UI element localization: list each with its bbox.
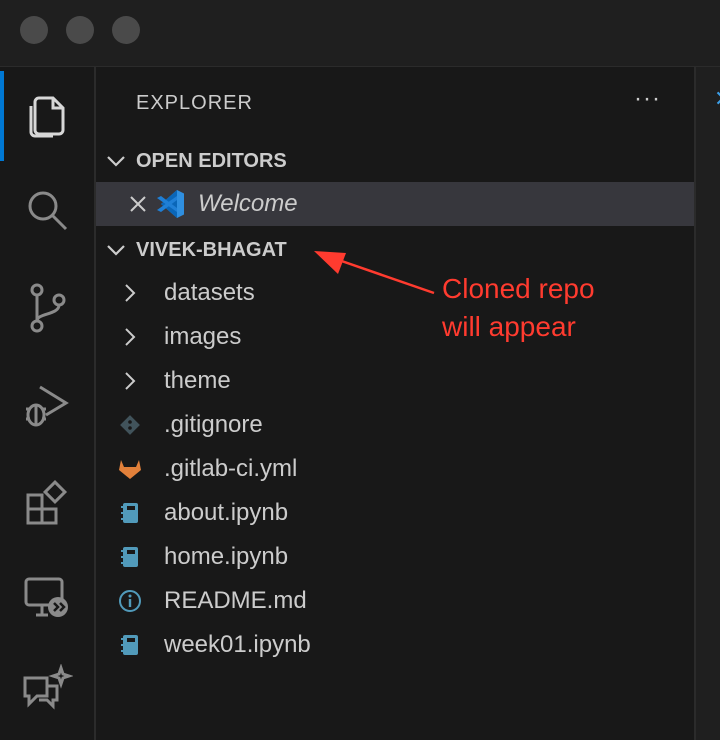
file-label: week01.ipynb xyxy=(164,631,311,658)
chevron-right-icon xyxy=(102,371,158,391)
tab-close-icon[interactable]: ✕ xyxy=(714,86,720,112)
activity-run-debug[interactable] xyxy=(0,361,94,451)
activity-extensions[interactable] xyxy=(0,459,94,549)
file-label: .gitignore xyxy=(164,411,263,438)
extensions-icon xyxy=(26,479,68,525)
maximize-window-button[interactable] xyxy=(112,16,140,44)
open-editors-header[interactable]: OPEN EDITORS xyxy=(96,141,694,181)
notebook-icon xyxy=(102,545,158,569)
activity-bar xyxy=(0,67,96,740)
source-control-icon xyxy=(30,283,66,333)
active-indicator xyxy=(0,71,4,161)
chevron-down-icon xyxy=(96,243,136,257)
explorer-sidebar: EXPLORER ··· OPEN EDITORS Welcome VIVEK-… xyxy=(96,67,694,740)
notebook-icon xyxy=(102,633,158,657)
close-icon[interactable] xyxy=(96,194,148,214)
folder-label: images xyxy=(164,323,242,350)
minimize-window-button[interactable] xyxy=(66,16,94,44)
folder-label: theme xyxy=(164,367,231,394)
activity-chat[interactable] xyxy=(0,645,94,735)
file-item[interactable]: about.ipynb xyxy=(96,491,694,535)
open-editor-item[interactable]: Welcome xyxy=(96,182,694,226)
chevron-right-icon xyxy=(102,283,158,303)
file-label: .gitlab-ci.yml xyxy=(164,455,298,482)
open-editors-label: OPEN EDITORS xyxy=(136,149,287,172)
annotation-line-1: Cloned repo xyxy=(442,273,595,304)
file-item[interactable]: home.ipynb xyxy=(96,535,694,579)
annotation-line-2: will appear xyxy=(442,311,576,342)
more-actions-button[interactable]: ··· xyxy=(634,85,661,113)
info-icon xyxy=(102,589,158,613)
activity-search[interactable] xyxy=(0,165,94,255)
search-icon xyxy=(28,191,68,231)
close-window-button[interactable] xyxy=(20,16,48,44)
explorer-title: EXPLORER xyxy=(136,92,253,114)
chevron-right-icon xyxy=(102,327,158,347)
files-icon xyxy=(29,96,65,138)
chevron-down-icon xyxy=(96,154,136,168)
annotation-text: Cloned repo will appear xyxy=(442,270,595,346)
file-label: about.ipynb xyxy=(164,499,289,526)
workspace-header[interactable]: VIVEK-BHAGAT xyxy=(96,230,694,270)
vscode-icon xyxy=(152,187,188,221)
folder-item[interactable]: images xyxy=(96,315,694,359)
chat-sparkle-icon xyxy=(23,664,73,710)
activity-source-control[interactable] xyxy=(0,263,94,353)
activity-remote-explorer[interactable] xyxy=(0,551,94,641)
file-item[interactable]: .gitignore xyxy=(96,403,694,447)
workspace-label: VIVEK-BHAGAT xyxy=(136,238,287,261)
folder-item[interactable]: datasets xyxy=(96,271,694,315)
gitlab-icon xyxy=(102,457,158,481)
run-debug-icon xyxy=(26,385,69,427)
open-editor-label: Welcome xyxy=(198,190,298,217)
git-icon xyxy=(102,414,158,436)
file-item[interactable]: .gitlab-ci.yml xyxy=(96,447,694,491)
editor-area xyxy=(694,67,720,740)
file-item[interactable]: week01.ipynb xyxy=(96,623,694,667)
file-item[interactable]: README.md xyxy=(96,579,694,623)
activity-explorer[interactable] xyxy=(0,71,94,161)
folder-item[interactable]: theme xyxy=(96,359,694,403)
folder-label: datasets xyxy=(164,279,255,306)
remote-explorer-icon xyxy=(24,577,68,617)
file-label: home.ipynb xyxy=(164,543,289,570)
notebook-icon xyxy=(102,501,158,525)
file-label: README.md xyxy=(164,587,307,614)
title-bar xyxy=(0,0,720,67)
